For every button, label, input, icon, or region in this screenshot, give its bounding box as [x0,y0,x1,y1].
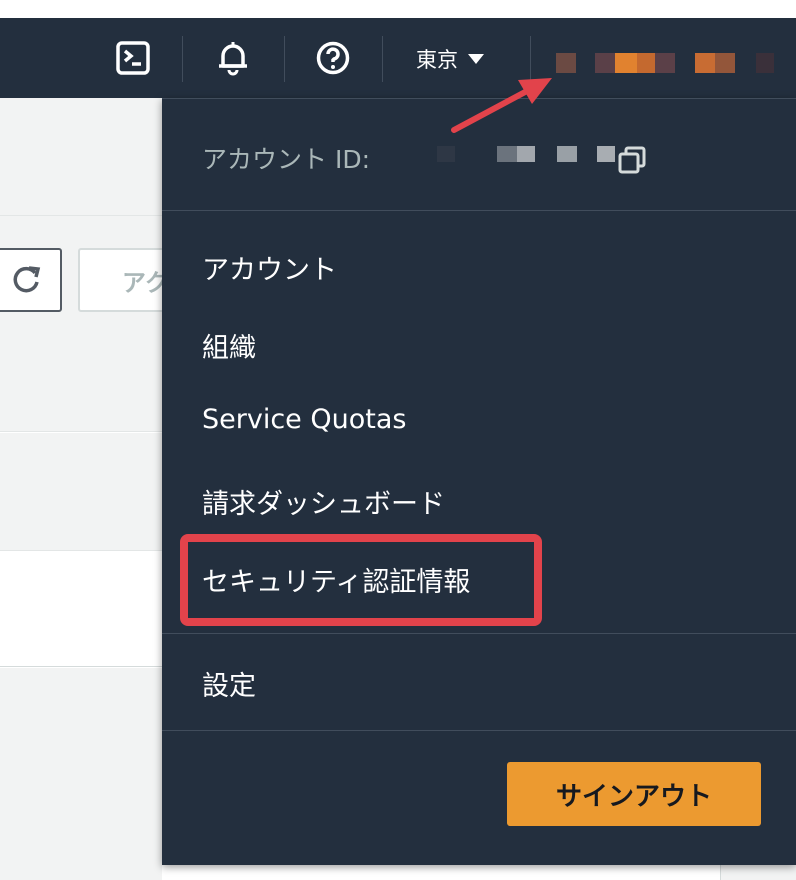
page-footer-panel [0,668,162,880]
divider [162,210,796,211]
refresh-icon [13,266,41,293]
highlight-annotation [180,534,542,626]
account-dropdown-menu: アカウント ID: アカウント 組織 Service Quotas 請求ダッシュ… [162,98,796,865]
menu-item-organization[interactable]: 組織 [202,326,256,365]
table-header-panel [0,433,162,551]
sign-out-button[interactable]: サインアウト [507,762,761,826]
menu-item-account[interactable]: アカウント [202,248,337,287]
menu-item-service-quotas[interactable]: Service Quotas [202,404,406,435]
refresh-button[interactable] [0,248,62,312]
arrow-annotation-icon [451,78,552,133]
divider [162,633,796,634]
table-row [0,552,162,667]
menu-item-settings[interactable]: 設定 [202,664,256,703]
divider [162,730,796,731]
menu-item-billing-dashboard[interactable]: 請求ダッシュボード [202,482,445,521]
